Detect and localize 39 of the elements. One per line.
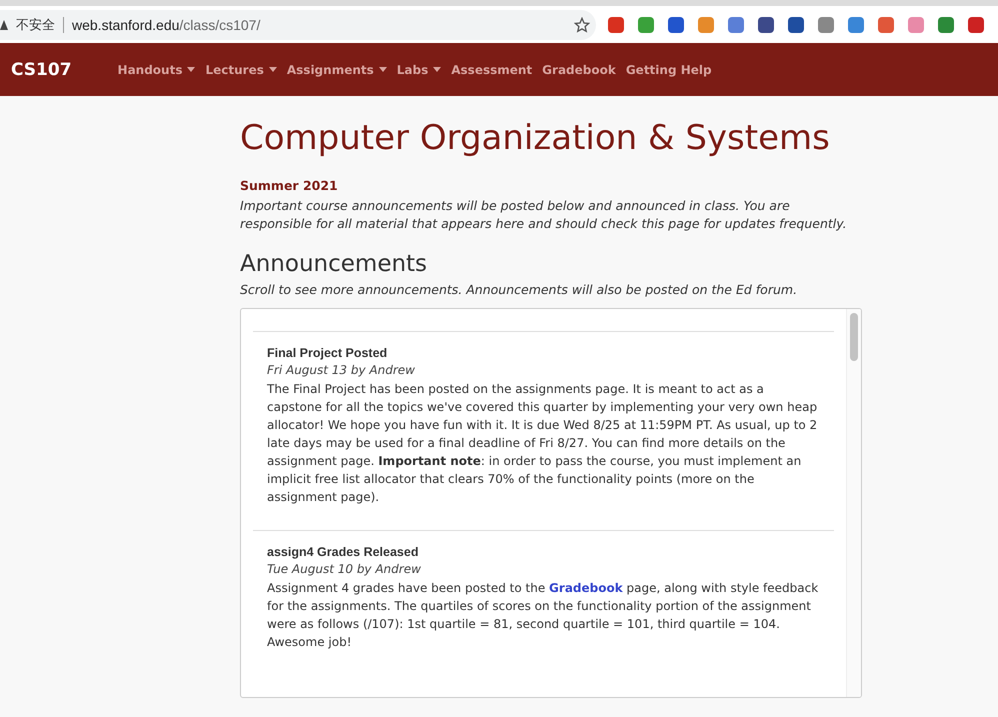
section-heading: Announcements (240, 251, 428, 277)
announcement-body: Assignment 4 grades have been posted to the Gradebook page, along with style feedback for the assignments. The quartiles of scores on the functionality portion of the assignment were as follows (/107): 1st quartile = 81, second quartile = 101, third quartile = 104. Awesome job! (267, 580, 820, 651)
announcement-title: Final Project Posted (267, 346, 388, 360)
announcement-title: assign4 Grades Released (267, 545, 420, 559)
security-label[interactable]: 不安全 (16, 16, 55, 34)
announcement-body: The Final Project has been posted on the assignments page. It is meant to act as a capstone for all the topics we've covered this quarter by implementing your very own heap allocator! We hope you have fun with it. It is due Wed 8/25 at 11:59PM PT. As usual, up to 2 late days may be used for a final deadline of Fri 8/27. You can find more details on the assignment page. Important note: in order to pass the course, you must implement an implicit free list allocator that clears 70% of the functionality points (more on the assignment page). (267, 381, 818, 506)
nav-link[interactable]: Handouts (118, 62, 196, 76)
nav-link[interactable]: Lectures (205, 62, 277, 76)
extension-icon[interactable] (938, 16, 954, 32)
extension-icon[interactable] (668, 16, 684, 32)
scrollbar-thumb[interactable] (850, 313, 858, 361)
nav-link[interactable]: Labs (396, 62, 442, 76)
extension-icon[interactable] (968, 16, 984, 32)
extension-icon[interactable] (728, 16, 744, 32)
caret-icon (268, 67, 277, 72)
gradebook-link[interactable]: Gradebook (549, 581, 623, 595)
term-label: Summer 2021 (240, 178, 339, 193)
nav-link[interactable]: Assessment (451, 62, 532, 76)
caret-icon (433, 67, 442, 72)
page-title: Computer Organization & Systems (240, 118, 831, 158)
warning-icon (0, 18, 8, 30)
extension-icon[interactable] (848, 16, 864, 32)
extension-icon[interactable] (788, 16, 804, 32)
scroll-note: Scroll to see more announcements. Announcements will also be posted on the Ed forum. (240, 281, 798, 299)
extension-icon[interactable] (878, 16, 894, 32)
brand-link[interactable]: CS107 (11, 60, 72, 80)
address-field[interactable]: web.stanford.edu/class/cs107/ (72, 16, 566, 32)
nav-link[interactable]: Gradebook (542, 62, 616, 76)
announcement-meta: Fri August 13 by Andrew (267, 363, 416, 377)
extension-icon[interactable] (758, 16, 774, 32)
caret-icon (187, 67, 196, 72)
nav-link[interactable]: Assignments (286, 62, 387, 76)
extension-icon[interactable] (818, 16, 834, 32)
bookmark-star-icon[interactable] (574, 16, 590, 32)
announcement-meta: Tue August 10 by Andrew (267, 562, 422, 576)
caret-icon (378, 67, 387, 72)
intro-text: Important course announcements will be posted below and announced in class. You are responsible for all material that appears here and should check this page for updates frequently. (240, 197, 848, 233)
nav-link[interactable]: Getting Help (626, 62, 712, 76)
extension-icon[interactable] (608, 16, 624, 32)
